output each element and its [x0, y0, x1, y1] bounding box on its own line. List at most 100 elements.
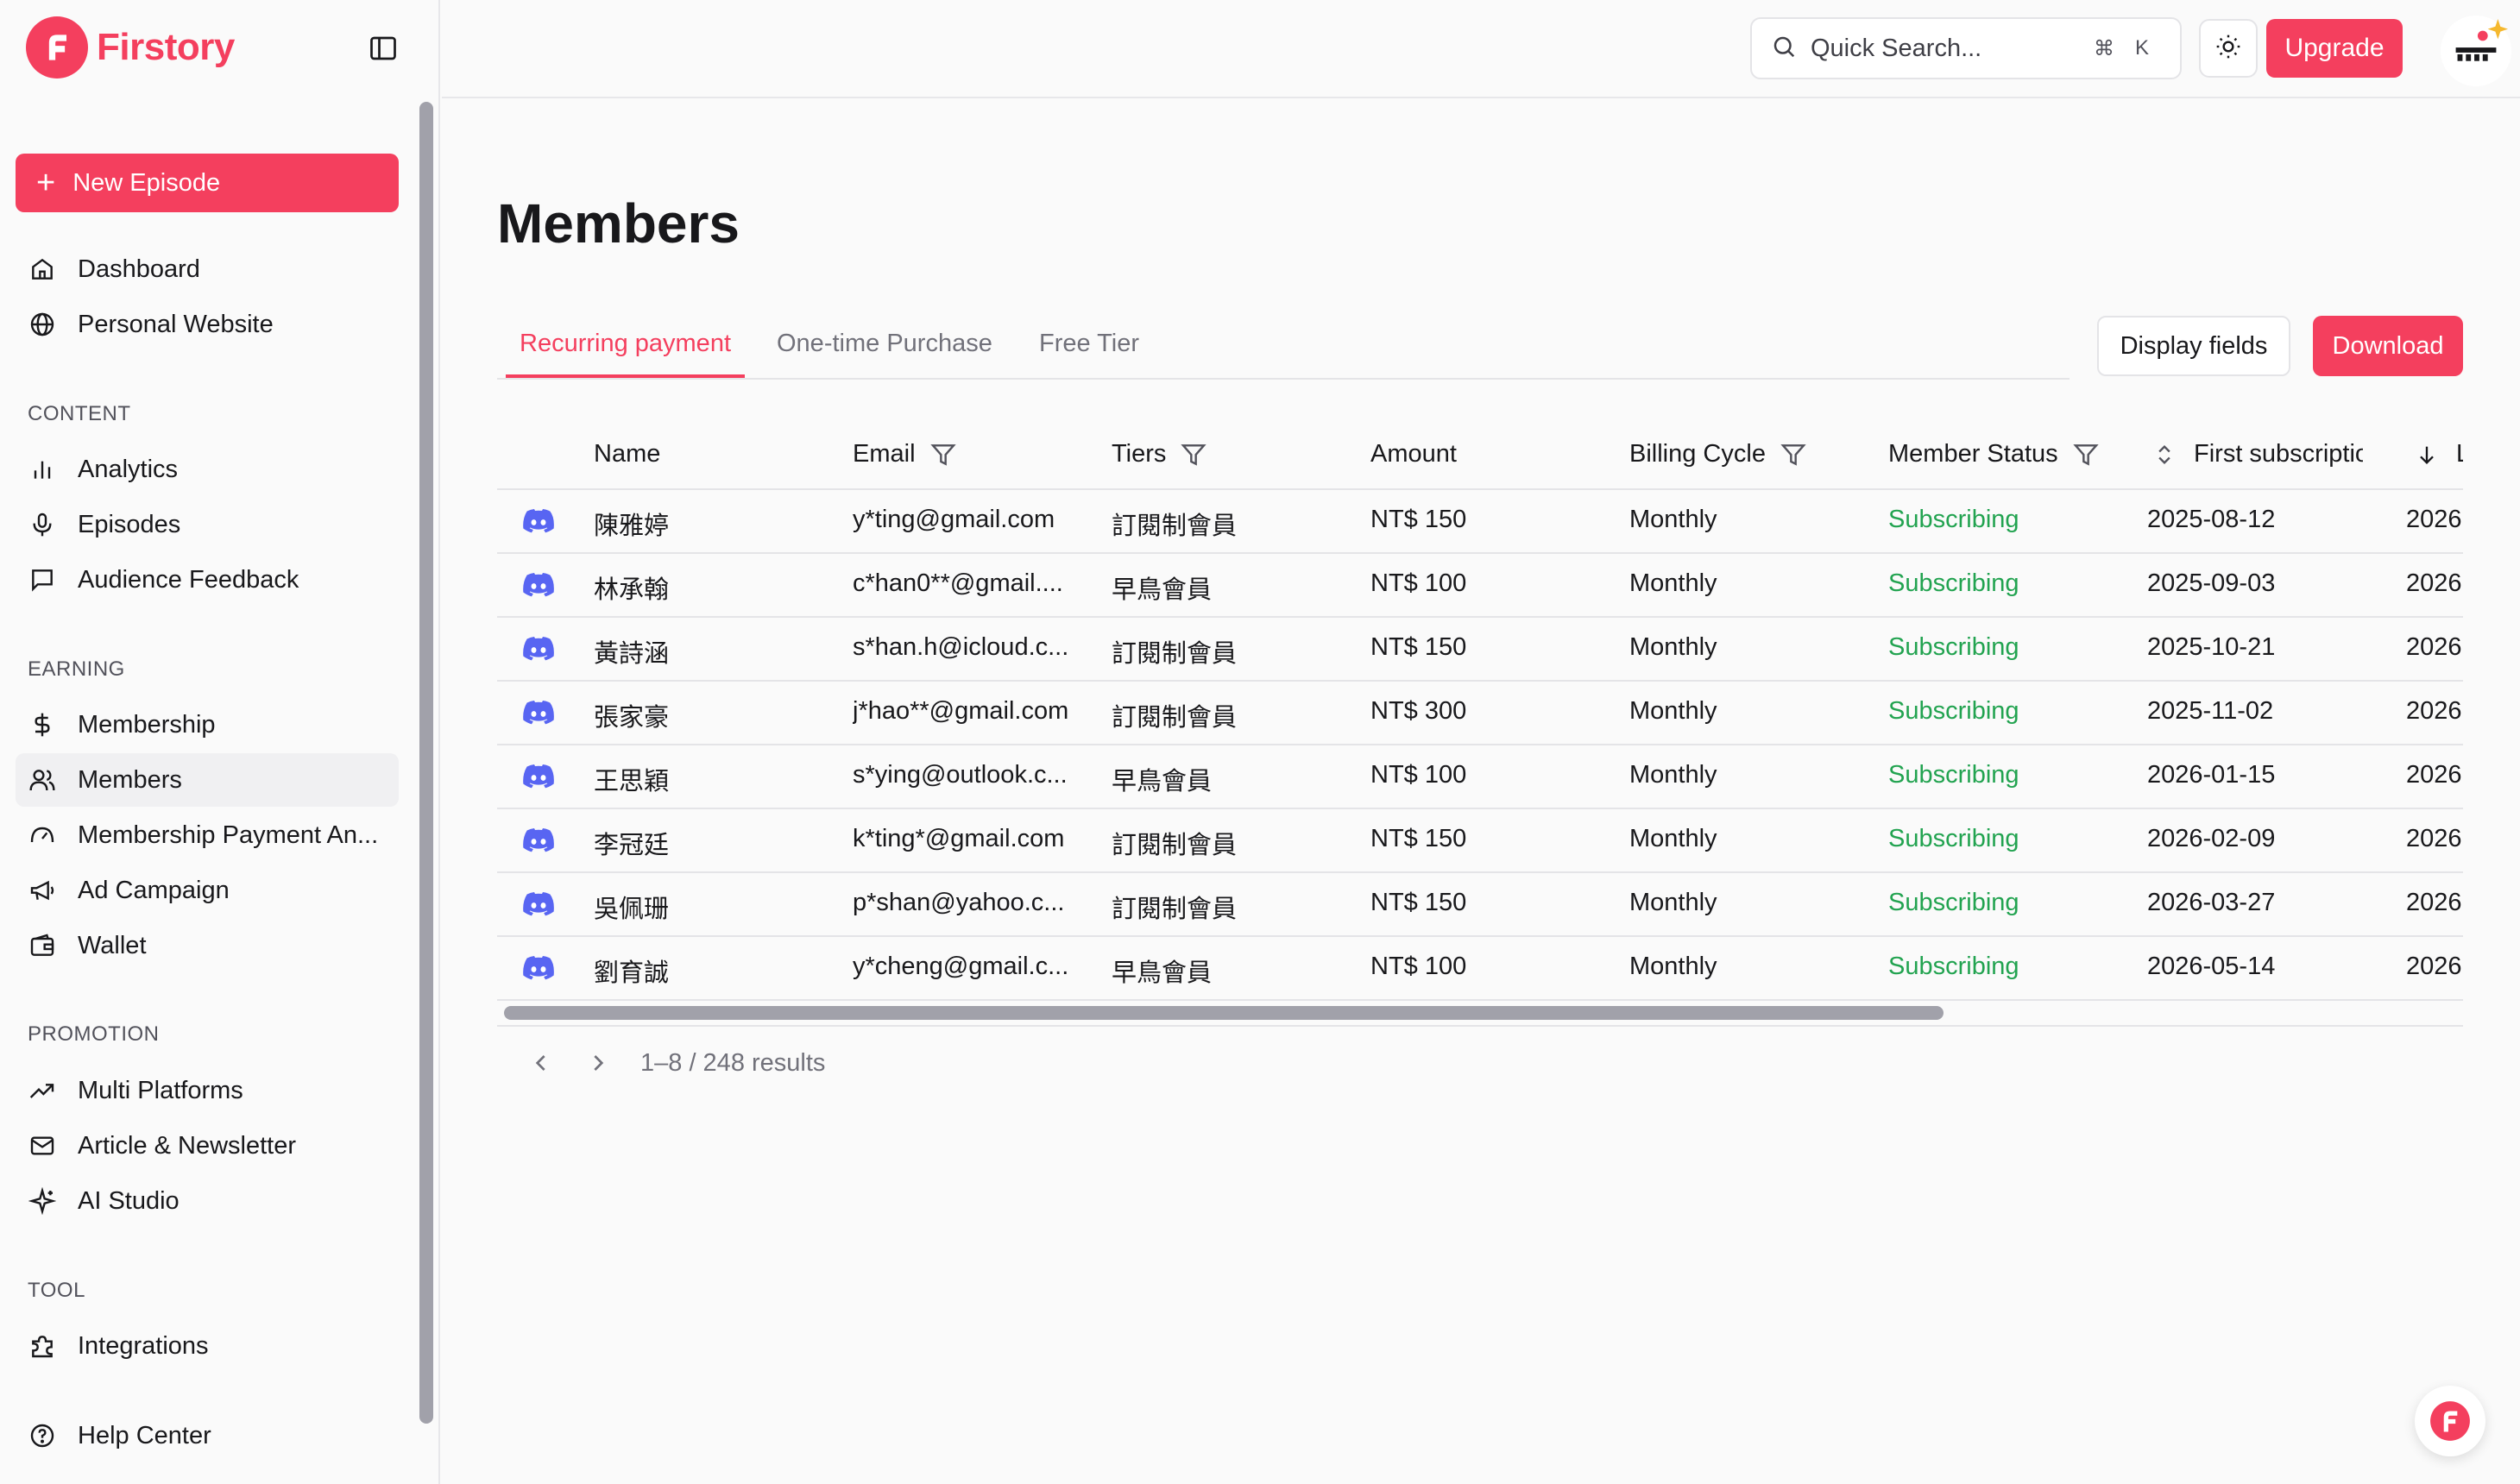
sidebar-item-label: Dashboard	[78, 255, 200, 283]
table-cell-email[interactable]: j*hao**@gmail.com	[853, 697, 1086, 726]
sidebar-toggle-icon[interactable]	[368, 33, 402, 64]
tab-free-tier[interactable]: Free Tier	[1039, 330, 1139, 378]
sidebar-item-dashboard[interactable]: Dashboard	[16, 242, 399, 296]
sort-icon[interactable]	[2152, 443, 2177, 467]
column-header-label: First subscriptio	[2194, 440, 2363, 468]
table-cell-billing-cycle: Monthly	[1629, 953, 1717, 980]
sidebar-item-ai-studio[interactable]: AI Studio	[16, 1174, 399, 1228]
download-button[interactable]: Download	[2313, 316, 2463, 376]
sidebar-item-audience-feedback[interactable]: Audience Feedback	[16, 553, 399, 607]
filter-icon[interactable]	[2072, 441, 2100, 468]
discord-icon	[523, 828, 554, 852]
table-cell-last: 2026	[2406, 889, 2462, 916]
sidebar-item-ad-campaign[interactable]: Ad Campaign	[16, 864, 399, 917]
column-header-billing-cycle[interactable]: Billing Cycle	[1629, 440, 1807, 468]
column-header-name[interactable]: Name	[594, 440, 660, 468]
table-cell-name[interactable]: 吳佩珊	[594, 889, 835, 925]
discord-icon	[523, 892, 554, 916]
sidebar-item-episodes[interactable]: Episodes	[16, 498, 399, 551]
sidebar-item-label: Episodes	[78, 510, 181, 538]
table-cell-email[interactable]: p*shan@yahoo.c...	[853, 889, 1086, 917]
table-cell-name[interactable]: 李冠廷	[594, 825, 835, 861]
command-key-icon: ⌘	[2094, 37, 2114, 60]
table-cell-name[interactable]: 張家豪	[594, 697, 835, 733]
table-cell-name[interactable]: 陳雅婷	[594, 506, 835, 542]
column-header-label: Billing Cycle	[1629, 440, 1766, 468]
brand[interactable]: Firstory	[26, 16, 235, 79]
column-header-member-status[interactable]: Member Status	[1888, 440, 2100, 468]
filter-icon[interactable]	[929, 441, 957, 468]
sidebar-item-multi-platforms[interactable]: Multi Platforms	[16, 1064, 399, 1117]
table-cell-tier: 訂閱制會員	[1112, 704, 1238, 732]
filter-icon[interactable]	[1780, 441, 1807, 468]
table-cell-amount: NT$ 150	[1370, 825, 1467, 852]
table-cell-name[interactable]: 黃詩涵	[594, 633, 835, 670]
table-row[interactable]: 陳雅婷 y*ting@gmail.com 訂閱制會員 NT$ 150 Monthly Su…	[497, 490, 2463, 554]
chevron-left-icon[interactable]	[528, 1049, 556, 1077]
sidebar-item-members[interactable]: Members	[16, 753, 399, 807]
user-avatar[interactable]	[2441, 16, 2511, 86]
table-cell-email[interactable]: y*ting@gmail.com	[853, 506, 1086, 534]
message-square-icon	[28, 565, 57, 594]
help-chat-button[interactable]	[2415, 1386, 2485, 1456]
table-cell-email[interactable]: s*ying@outlook.c...	[853, 761, 1086, 789]
table-row[interactable]: 黃詩涵 s*han.h@icloud.c... 訂閱制會員 NT$ 150 Monthl…	[497, 618, 2463, 682]
table-cell-email[interactable]: s*han.h@icloud.c...	[853, 633, 1086, 662]
sidebar-item-help-center[interactable]: Help Center	[16, 1409, 399, 1462]
sidebar-item-membership[interactable]: Membership	[16, 698, 399, 751]
column-header-amount[interactable]: Amount	[1370, 440, 1457, 468]
sidebar-item-integrations[interactable]: Integrations	[16, 1319, 399, 1373]
table-cell-member-status: Subscribing	[1888, 506, 2019, 533]
sidebar-scrollbar[interactable]	[419, 102, 433, 1424]
table-cell-tier: 訂閱制會員	[1112, 832, 1238, 859]
sidebar-item-article-newsletter[interactable]: Article & Newsletter	[16, 1119, 399, 1173]
column-header-first-subscription[interactable]: First subscriptio	[2152, 440, 2363, 468]
table-row[interactable]: 王思穎 s*ying@outlook.c... 早鳥會員 NT$ 100 Monthly…	[497, 745, 2463, 809]
gauge-icon	[28, 821, 57, 850]
members-table: Name Email Tiers Amount Billing Cycle Me…	[497, 423, 2463, 1027]
theme-toggle-button[interactable]	[2199, 19, 2258, 78]
quick-search-input[interactable]: Quick Search... ⌘ K	[1750, 17, 2182, 79]
column-header-tiers[interactable]: Tiers	[1112, 440, 1207, 468]
discord-icon	[523, 509, 554, 533]
section-label-promotion: PROMOTION	[28, 1022, 160, 1046]
table-cell-name[interactable]: 王思穎	[594, 761, 835, 797]
tab-one-time-purchase[interactable]: One-time Purchase	[777, 330, 992, 378]
table-cell-amount: NT$ 100	[1370, 953, 1467, 980]
sidebar-item-analytics[interactable]: Analytics	[16, 443, 399, 496]
horizontal-scrollbar[interactable]	[504, 1006, 1944, 1020]
table-cell-name[interactable]: 劉育誠	[594, 953, 835, 989]
table-cell-last: 2026	[2406, 506, 2462, 533]
table-cell-last: 2026	[2406, 761, 2462, 789]
table-cell-email[interactable]: c*han0**@gmail....	[853, 569, 1086, 598]
table-cell-billing-cycle: Monthly	[1629, 825, 1717, 852]
table-row[interactable]: 張家豪 j*hao**@gmail.com 訂閱制會員 NT$ 300 Monthly S…	[497, 682, 2463, 745]
sidebar-item-label: Help Center	[78, 1421, 211, 1449]
arrow-down-icon[interactable]	[2415, 443, 2439, 467]
sidebar-item-label: Multi Platforms	[78, 1076, 243, 1104]
table-cell-amount: NT$ 150	[1370, 889, 1467, 916]
upgrade-button[interactable]: Upgrade	[2266, 19, 2403, 78]
table-cell-email[interactable]: k*ting*@gmail.com	[853, 825, 1086, 853]
column-header-last[interactable]: L	[2415, 440, 2463, 468]
table-cell-email[interactable]: y*cheng@gmail.c...	[853, 953, 1086, 981]
table-row[interactable]: 林承翰 c*han0**@gmail.... 早鳥會員 NT$ 100 Monthly S…	[497, 554, 2463, 618]
table-cell-member-status: Subscribing	[1888, 761, 2019, 789]
table-cell-last: 2026	[2406, 825, 2462, 852]
table-cell-name[interactable]: 林承翰	[594, 569, 835, 606]
sidebar-item-personal-website[interactable]: Personal Website	[16, 298, 399, 351]
table-header: Name Email Tiers Amount Billing Cycle Me…	[497, 423, 2463, 490]
filter-icon[interactable]	[1180, 441, 1207, 468]
display-fields-button[interactable]: Display fields	[2097, 316, 2290, 376]
table-row[interactable]: 吳佩珊 p*shan@yahoo.c... 訂閱制會員 NT$ 150 Monthly S…	[497, 873, 2463, 937]
chevron-right-icon[interactable]	[583, 1049, 611, 1077]
table-cell-first-subscription: 2025-10-21	[2147, 633, 2276, 661]
sidebar-item-wallet[interactable]: Wallet	[16, 919, 399, 972]
tab-recurring-payment[interactable]: Recurring payment	[506, 330, 745, 378]
table-row[interactable]: 劉育誠 y*cheng@gmail.c... 早鳥會員 NT$ 100 Monthly S…	[497, 937, 2463, 1001]
new-episode-button[interactable]: + New Episode	[16, 154, 399, 212]
sidebar-item-membership-payment-analytics[interactable]: Membership Payment An...	[16, 808, 399, 862]
column-header-email[interactable]: Email	[853, 440, 957, 468]
dollar-icon	[28, 710, 57, 739]
table-row[interactable]: 李冠廷 k*ting*@gmail.com 訂閱制會員 NT$ 150 Monthly S…	[497, 809, 2463, 873]
